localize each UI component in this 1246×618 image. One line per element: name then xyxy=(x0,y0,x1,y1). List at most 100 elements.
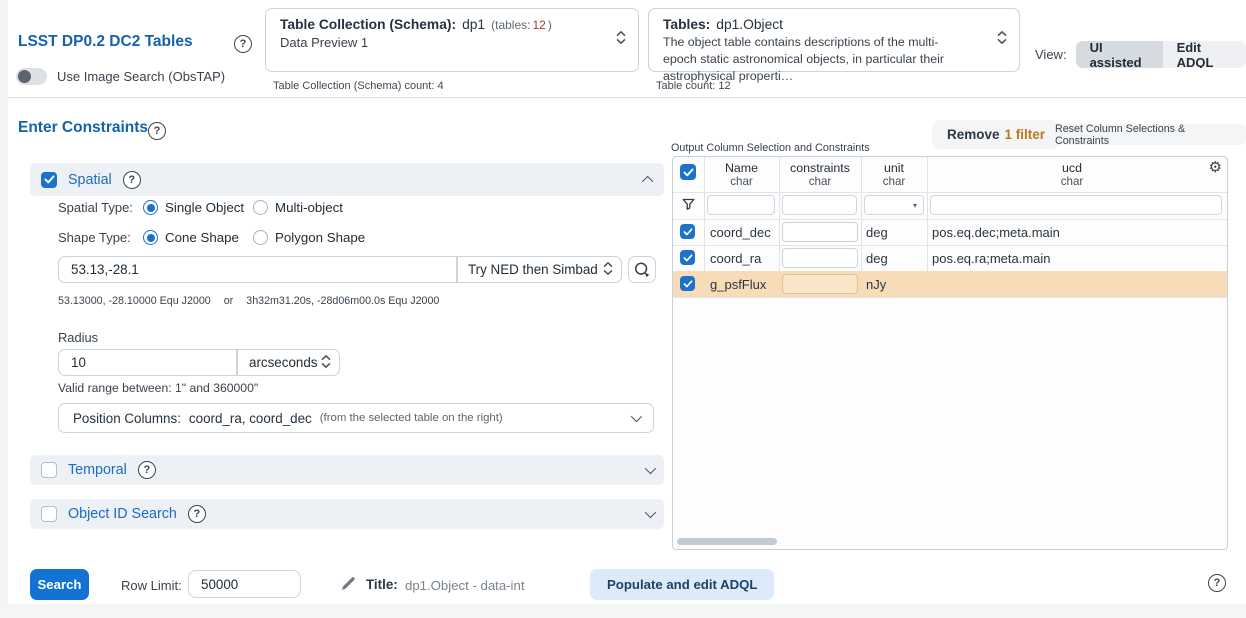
populate-adql-button[interactable]: Populate and edit ADQL xyxy=(590,569,774,600)
filter-ucd-input[interactable] xyxy=(930,195,1222,215)
view-ui-assisted-button[interactable]: UI assisted xyxy=(1076,41,1163,68)
coordinates-input[interactable] xyxy=(58,256,457,283)
chevron-updown-icon xyxy=(603,261,613,279)
radio-cone-shape[interactable]: Cone Shape xyxy=(143,230,253,245)
spatial-help-icon[interactable]: ? xyxy=(123,171,141,189)
table-row: coord_ra deg pos.eq.ra;meta.main xyxy=(673,245,1227,271)
schema-label: Table Collection (Schema): xyxy=(280,17,456,32)
row-checkbox[interactable] xyxy=(680,250,695,265)
header-type: char xyxy=(1061,175,1084,188)
resolved-sexagesimal: 3h32m31.20s, -28d06m00.0s Equ J2000 xyxy=(246,295,439,307)
radius-input[interactable] xyxy=(58,349,237,376)
query-title-value: dp1.Object - data-int xyxy=(405,578,525,593)
filter-constraints-input[interactable] xyxy=(782,195,857,215)
spatial-section-header[interactable]: Spatial ? xyxy=(30,163,664,196)
filter-unit-select[interactable]: ▾ xyxy=(864,195,924,215)
image-search-toggle[interactable] xyxy=(16,68,47,85)
check-icon xyxy=(44,175,55,184)
view-label: View: xyxy=(1035,47,1067,62)
header-label: constraints xyxy=(790,161,850,175)
remove-filter-count: 1 filter xyxy=(1005,127,1046,142)
filter-name-input[interactable] xyxy=(707,195,775,215)
check-icon xyxy=(683,228,693,236)
radio-on-icon[interactable] xyxy=(143,200,158,215)
resolver-select[interactable]: Try NED then Simbad xyxy=(457,256,622,283)
column-selection-table: Name char constraints char unit char ucd… xyxy=(672,156,1228,550)
select-all-checkbox[interactable] xyxy=(680,164,696,180)
table-row: coord_dec deg pos.eq.dec;meta.main xyxy=(673,219,1227,245)
question-glyph: ? xyxy=(154,125,161,137)
position-columns-select[interactable]: Position Columns: coord_ra, coord_dec (f… xyxy=(58,403,654,433)
chevron-down-icon xyxy=(631,411,642,422)
chevron-down-icon[interactable] xyxy=(645,507,656,518)
row-divider xyxy=(673,192,1227,193)
search-button[interactable]: Search xyxy=(30,569,89,600)
question-glyph: ? xyxy=(128,174,135,186)
radio-multi-object-label: Multi-object xyxy=(275,200,343,215)
cell-constraint-input[interactable] xyxy=(782,274,858,294)
resolved-coordinates: 53.13000, -28.10000 Equ J2000 or 3h32m31… xyxy=(58,295,439,307)
radio-polygon-shape-label: Polygon Shape xyxy=(275,230,365,245)
spatial-section-label: Spatial xyxy=(68,172,112,188)
table-count-caption: Table count: 12 xyxy=(656,80,731,92)
chevron-up-icon[interactable] xyxy=(642,175,653,186)
row-limit-input[interactable] xyxy=(188,570,301,598)
filter-funnel-icon[interactable] xyxy=(681,197,696,217)
object-id-checkbox[interactable] xyxy=(41,506,57,522)
resolved-equatorial: 53.13000, -28.10000 Equ J2000 xyxy=(58,295,211,307)
image-search-toggle-row: Use Image Search (ObsTAP) xyxy=(16,68,225,85)
cell-ucd: pos.eq.dec;meta.main xyxy=(932,219,1060,245)
resolve-search-button[interactable] xyxy=(628,256,656,283)
view-toggle-group: UI assisted Edit ADQL xyxy=(1076,41,1246,68)
radio-single-object[interactable]: Single Object xyxy=(143,200,253,215)
temporal-section-header[interactable]: Temporal ? xyxy=(30,455,664,485)
view-edit-adql-button[interactable]: Edit ADQL xyxy=(1163,41,1246,68)
row-checkbox[interactable] xyxy=(680,224,695,239)
chevron-down-icon[interactable] xyxy=(645,463,656,474)
radius-unit-select[interactable]: arcseconds xyxy=(237,349,340,376)
row-checkbox[interactable] xyxy=(680,276,695,291)
radio-on-icon[interactable] xyxy=(143,230,158,245)
radius-label: Radius xyxy=(58,330,98,345)
temporal-help-icon[interactable]: ? xyxy=(138,461,156,479)
edit-title-pencil-icon[interactable] xyxy=(340,575,357,597)
object-id-section-header[interactable]: Object ID Search ? xyxy=(30,499,664,529)
question-glyph: ? xyxy=(194,508,201,520)
radio-off-icon[interactable] xyxy=(253,200,268,215)
radio-multi-object[interactable]: Multi-object xyxy=(253,200,343,215)
tables-label: Tables: xyxy=(663,17,710,32)
column-table-caption: Output Column Selection and Constraints xyxy=(671,142,870,154)
resolve-search-icon xyxy=(633,261,651,279)
remove-filter-button[interactable]: Remove 1 filter xyxy=(932,120,1060,149)
horizontal-scrollbar-thumb[interactable] xyxy=(677,538,777,545)
table-options-gear-icon[interactable]: ⚙ xyxy=(1209,160,1222,175)
spatial-checkbox[interactable] xyxy=(41,172,57,188)
reset-columns-button[interactable]: Reset Column Selections & Constraints xyxy=(1046,124,1246,145)
check-icon xyxy=(683,280,693,288)
check-icon xyxy=(683,168,694,177)
column-header-ucd[interactable]: ucd char xyxy=(927,157,1217,192)
cell-unit: deg xyxy=(866,245,888,271)
table-select[interactable]: Tables: dp1.Object The object table cont… xyxy=(648,8,1020,72)
schema-value: dp1 xyxy=(462,17,485,32)
spatial-type-label: Spatial Type: xyxy=(58,200,143,215)
cell-constraint-input[interactable] xyxy=(782,222,858,242)
radio-off-icon[interactable] xyxy=(253,230,268,245)
header-type: char xyxy=(883,175,906,188)
title-help-icon[interactable]: ? xyxy=(234,35,252,53)
cell-constraint-input[interactable] xyxy=(782,248,858,268)
column-header-name[interactable]: Name char xyxy=(704,157,779,192)
constraints-help-icon[interactable]: ? xyxy=(148,122,166,140)
toggle-knob-icon xyxy=(18,70,31,83)
check-icon xyxy=(683,254,693,262)
temporal-checkbox[interactable] xyxy=(41,462,57,478)
caret-down-icon: ▾ xyxy=(913,201,917,210)
column-header-constraints[interactable]: constraints char xyxy=(779,157,861,192)
schema-select[interactable]: Table Collection (Schema): dp1 (tables:1… xyxy=(265,8,639,72)
footer-help-icon[interactable]: ? xyxy=(1208,574,1226,592)
column-header-unit[interactable]: unit char xyxy=(861,157,927,192)
view-switch-row: View: UI assisted Edit ADQL xyxy=(1035,41,1246,68)
radio-polygon-shape[interactable]: Polygon Shape xyxy=(253,230,365,245)
header-label: Name xyxy=(725,161,758,175)
object-id-help-icon[interactable]: ? xyxy=(188,505,206,523)
